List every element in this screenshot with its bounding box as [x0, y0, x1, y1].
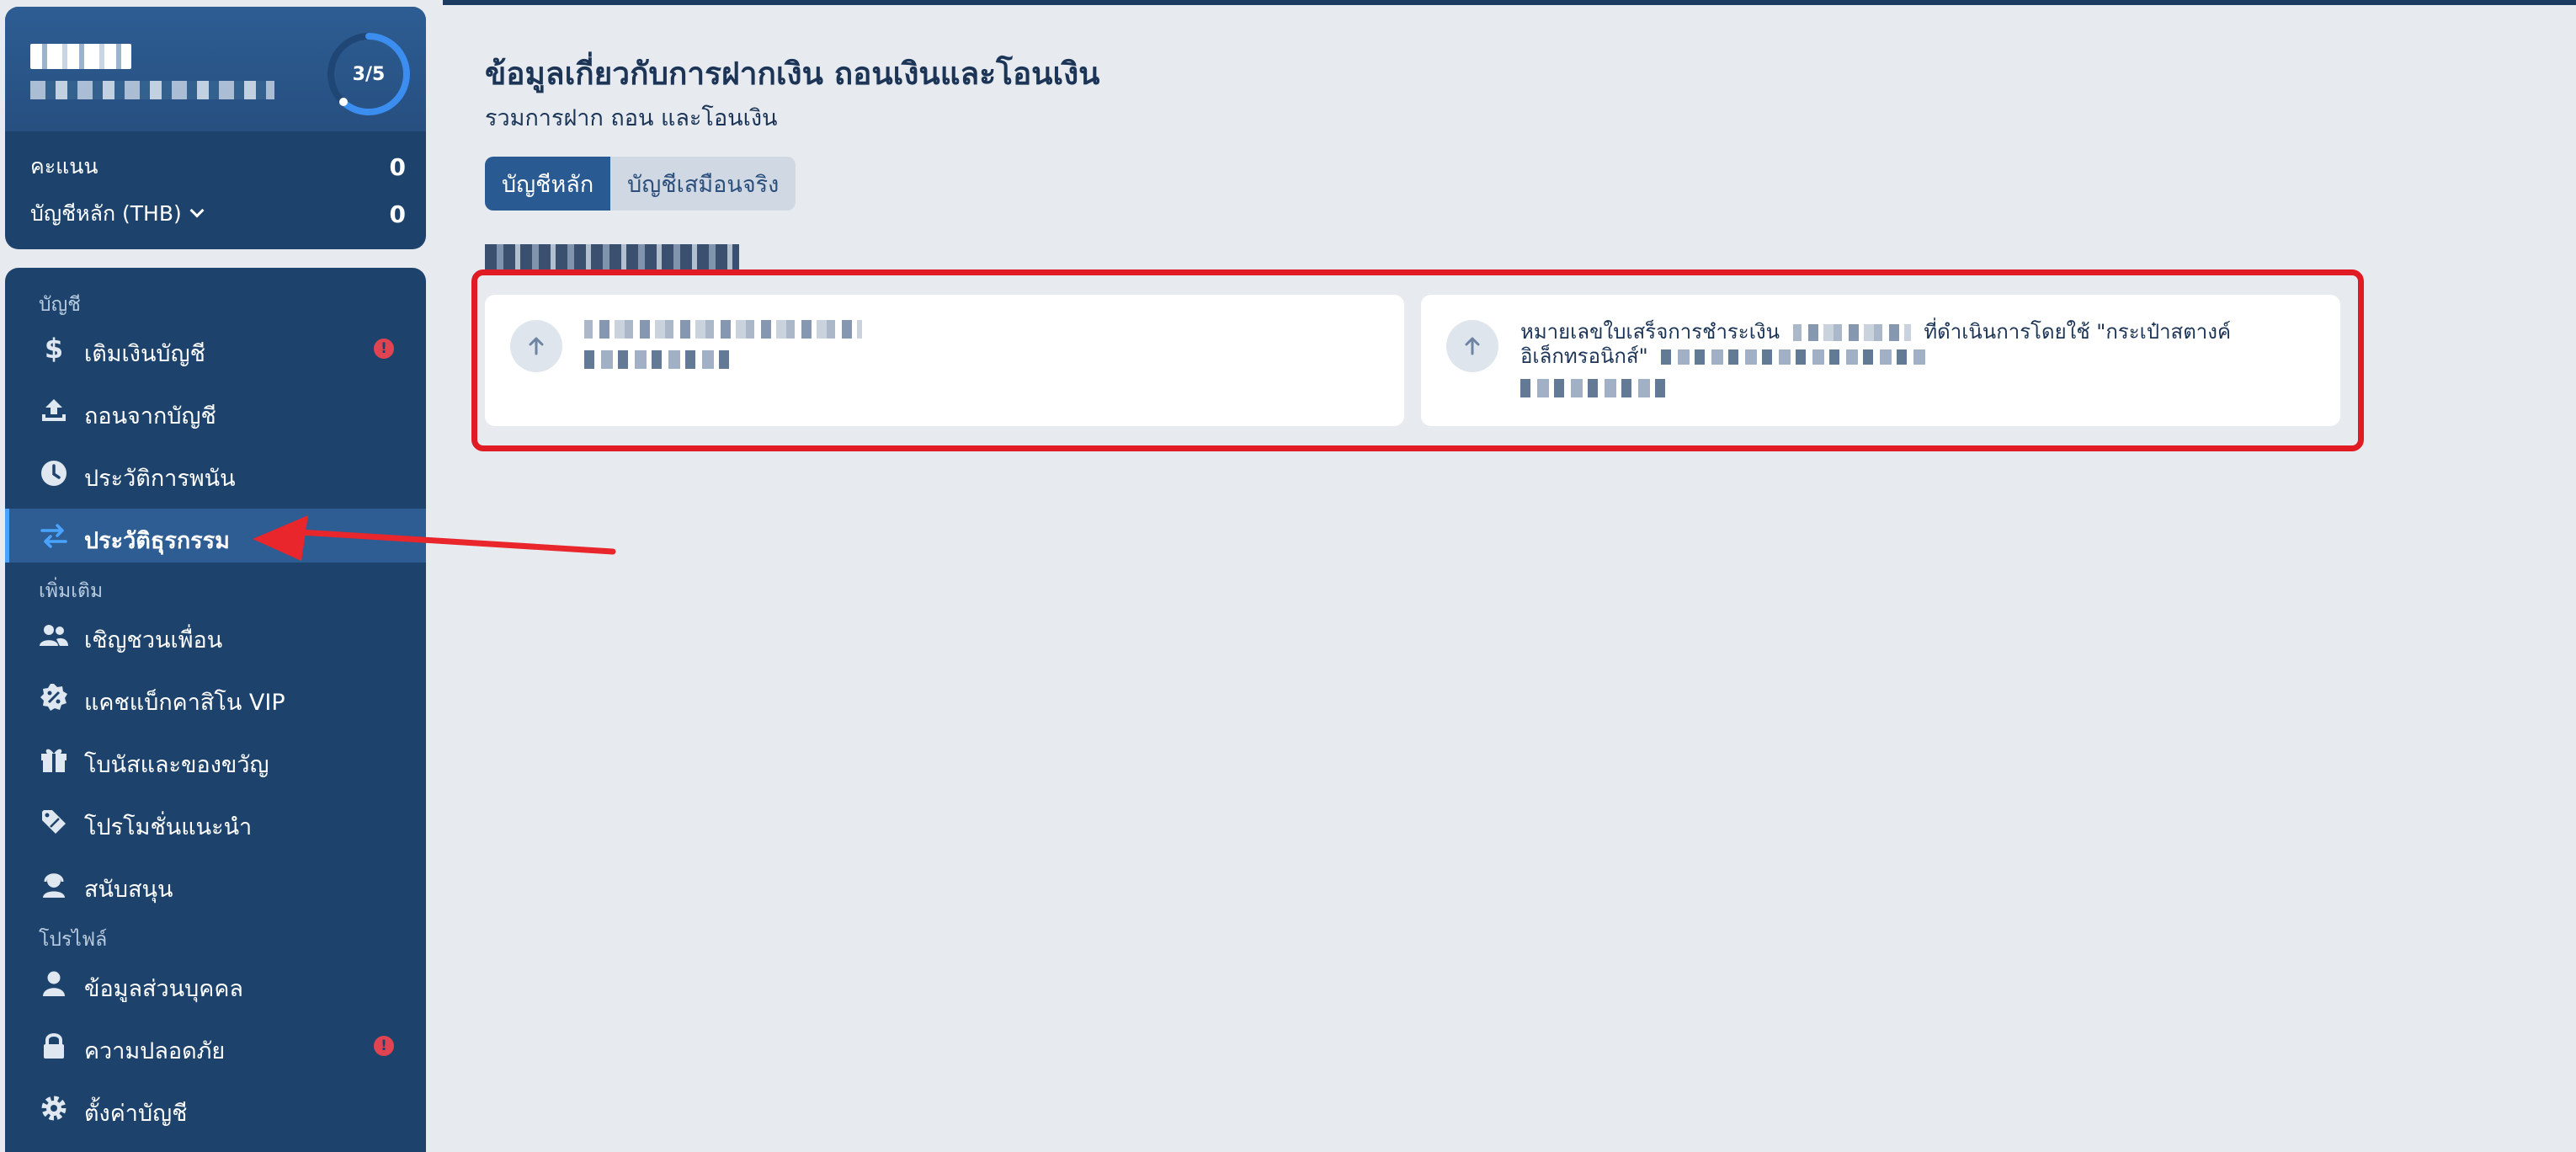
- annotation-arrow: [253, 515, 616, 561]
